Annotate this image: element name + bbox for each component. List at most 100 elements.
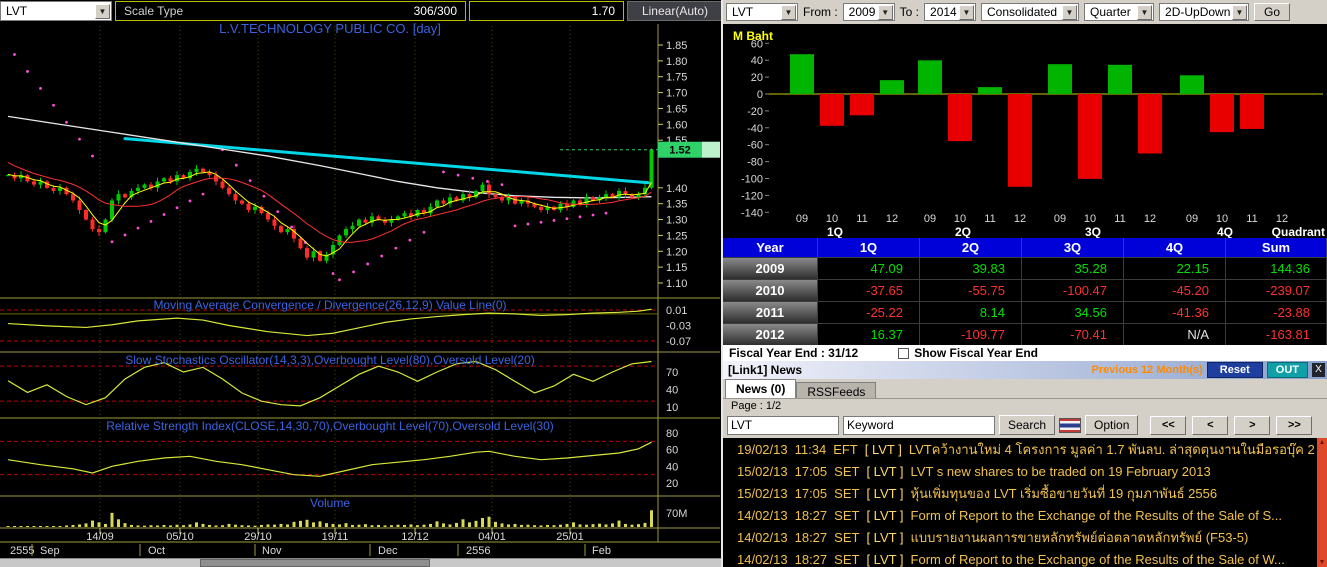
scroll-down-icon[interactable]: ▼ [1319, 558, 1326, 567]
symbol-value: LVT [6, 4, 28, 18]
fiscal-year-label: Fiscal Year End : 31/12 [729, 346, 859, 360]
table-value-cell: -70.41 [1022, 323, 1124, 345]
symbol-combobox[interactable]: LVT ▼ [0, 1, 112, 21]
to-label: To : [899, 5, 920, 19]
svg-text:20: 20 [666, 478, 678, 490]
symbol-combobox-right[interactable]: LVT ▼ [726, 3, 798, 21]
first-page-button[interactable]: << [1150, 415, 1187, 435]
svg-text:12: 12 [1144, 213, 1156, 225]
news-dt: 15/02/13 [737, 463, 788, 479]
chevron-down-icon[interactable]: ▼ [95, 3, 110, 19]
scroll-up-icon[interactable]: ▲ [1319, 438, 1326, 447]
search-button[interactable]: Search [999, 415, 1056, 435]
svg-text:09: 09 [1186, 213, 1198, 225]
stock-terminal-window: LVT ▼ Scale Type 306/300 1.70 Linear(Aut… [0, 0, 1327, 567]
news-sr: SET [834, 529, 860, 545]
chevron-down-icon[interactable]: ▼ [781, 4, 796, 20]
svg-text:09: 09 [1054, 213, 1066, 225]
view-combobox[interactable]: 2D-UpDown ▼ [1159, 3, 1250, 21]
svg-text:70: 70 [666, 367, 678, 379]
news-sr: SET [834, 485, 860, 501]
svg-text:11: 11 [1246, 213, 1257, 225]
news-tx: หุ้นเพิ่มทุนของ LVT เริ่มซื้อขายวันที่ 1… [910, 485, 1218, 501]
news-tabs: News (0) RSSFeeds [723, 379, 1327, 399]
svg-text:12: 12 [1276, 213, 1288, 225]
svg-text:Slow Stochastics Oscillator(14: Slow Stochastics Oscillator(14,3,3),Over… [125, 353, 535, 367]
symbol-input[interactable] [727, 415, 839, 435]
table-value-cell: -45.20 [1124, 279, 1226, 301]
chevron-down-icon[interactable]: ▼ [1062, 4, 1078, 20]
quadrant-toolbar: LVT ▼ From : 2009 ▼ To : 2014 ▼ Consolid… [723, 0, 1327, 24]
news-row[interactable]: 15/02/13 17:05 SET [ LVT ] LVT s new shares … [723, 460, 1317, 482]
svg-text:80: 80 [666, 428, 678, 440]
language-flag-icon[interactable] [1059, 417, 1082, 433]
svg-text:L.V.TECHNOLOGY PUBLIC CO. [day: L.V.TECHNOLOGY PUBLIC CO. [day] [219, 22, 441, 36]
chevron-down-icon[interactable]: ▼ [877, 4, 893, 20]
svg-text:29/10: 29/10 [244, 531, 272, 543]
svg-text:10: 10 [1216, 213, 1228, 225]
news-dt: 14/02/13 [737, 551, 788, 567]
svg-text:1.85: 1.85 [666, 40, 687, 52]
news-row[interactable]: 15/02/13 17:05 SET [ LVT ] หุ้นเพิ่มทุนของ L… [723, 482, 1317, 504]
tab-news[interactable]: News (0) [725, 379, 797, 398]
chevron-down-icon[interactable]: ▼ [1232, 4, 1248, 20]
go-button[interactable]: Go [1254, 3, 1291, 21]
to-year-combobox[interactable]: 2014 ▼ [924, 3, 977, 21]
previous-months-label: Previous 12 Month(s) [1091, 364, 1203, 376]
news-v-scrollbar[interactable]: ▲ ▼ [1317, 438, 1327, 567]
table-value-cell: 16.37 [818, 323, 920, 345]
table-value-cell: -41.36 [1124, 301, 1226, 323]
chart-panel: LVT ▼ Scale Type 306/300 1.70 Linear(Aut… [0, 0, 723, 567]
scale-mode-button[interactable]: Linear(Auto) [627, 1, 723, 21]
from-year-combobox[interactable]: 2009 ▼ [842, 3, 895, 21]
table-value-cell: -55.75 [920, 279, 1022, 301]
next-page-button[interactable]: > [1234, 415, 1271, 435]
svg-text:-80: -80 [747, 157, 763, 169]
prev-page-button[interactable]: < [1192, 415, 1229, 435]
svg-text:Sep: Sep [40, 545, 60, 557]
scale-type-field[interactable]: Scale Type 306/300 [115, 1, 466, 21]
period-combobox[interactable]: Quarter ▼ [1084, 3, 1155, 21]
reset-button[interactable]: Reset [1206, 362, 1263, 378]
news-sr: SET [834, 551, 860, 567]
news-row[interactable]: 19/02/13 11:34 EFT [ LVT ] LVTคว้างานใหม่ 4 … [723, 438, 1317, 460]
keyword-input[interactable] [843, 415, 995, 435]
fiscal-checkbox[interactable] [898, 347, 910, 359]
chevron-down-icon[interactable]: ▼ [1137, 4, 1153, 20]
news-tx: LVTคว้างานใหม่ 4 โครงการ มูลค่า 1.7 พันล… [908, 441, 1317, 457]
table-header-cell: 4Q [1124, 238, 1226, 257]
scale-type-label: Scale Type [124, 4, 184, 18]
svg-text:11: 11 [984, 213, 995, 225]
chart-h-scrollbar[interactable] [0, 558, 723, 567]
tab-rssfeeds[interactable]: RSSFeeds [796, 382, 877, 399]
price-chart-svg: L.V.TECHNOLOGY PUBLIC CO. [day] 1.85 1.80 1… [0, 22, 720, 557]
last-page-button[interactable]: >> [1276, 415, 1313, 435]
svg-text:1.10: 1.10 [666, 278, 687, 290]
news-row[interactable]: 14/02/13 18:27 SET [ LVT ] แบบรายงานผลการขาย… [723, 526, 1317, 548]
chevron-down-icon[interactable]: ▼ [959, 4, 975, 20]
close-icon[interactable]: X [1312, 363, 1325, 377]
table-value-cell: -163.81 [1226, 323, 1327, 345]
consolidated-combobox[interactable]: Consolidated ▼ [981, 3, 1080, 21]
news-row[interactable]: 14/02/13 18:27 SET [ LVT ] Form of Report to… [723, 548, 1317, 567]
news-tm: 18:27 [794, 507, 828, 523]
svg-text:40: 40 [751, 55, 763, 67]
option-button[interactable]: Option [1085, 415, 1139, 435]
svg-text:Moving Average Convergence / D: Moving Average Convergence / Divergence(… [153, 298, 506, 312]
table-value-cell: 22.15 [1124, 257, 1226, 279]
table-header-cell: 1Q [818, 238, 920, 257]
table-value-cell: -37.65 [818, 279, 920, 301]
news-sy: [ LVT ] [866, 529, 904, 545]
news-sr: SET [834, 507, 860, 523]
scrollbar-thumb[interactable] [200, 559, 430, 567]
news-tm: 18:27 [794, 529, 828, 545]
svg-text:09: 09 [924, 213, 936, 225]
svg-text:-120: -120 [741, 190, 763, 202]
out-button[interactable]: OUT [1266, 362, 1308, 378]
news-row[interactable]: 14/02/13 18:27 SET [ LVT ] Form of Report to… [723, 504, 1317, 526]
news-dt: 14/02/13 [737, 529, 788, 545]
svg-text:1.52: 1.52 [669, 145, 690, 157]
svg-text:3Q: 3Q [1085, 225, 1101, 238]
svg-text:70M: 70M [666, 508, 687, 520]
svg-text:1.80: 1.80 [666, 56, 687, 68]
